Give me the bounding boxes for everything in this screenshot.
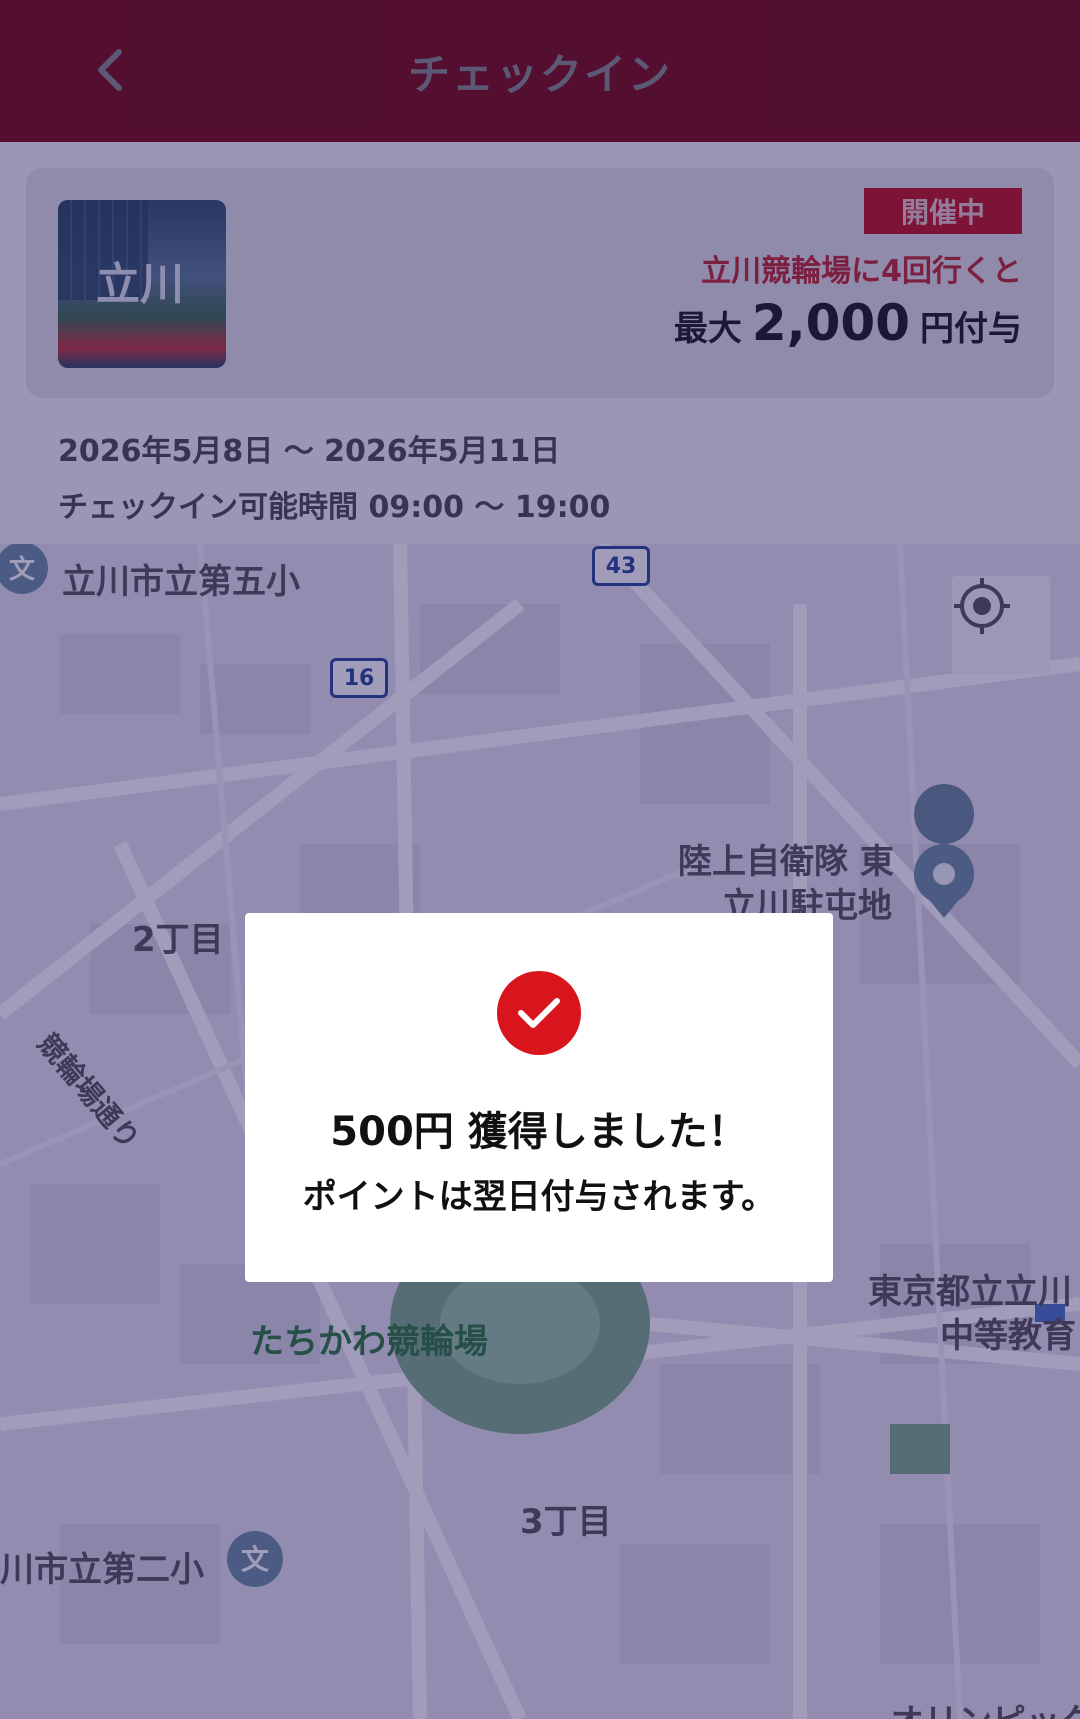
checkin-success-dialog[interactable]: 500円 獲得しました！ ポイントは翌日付与されます。 — [245, 913, 833, 1282]
dialog-subtitle: ポイントは翌日付与されます。 — [302, 1177, 776, 1217]
check-circle-icon — [497, 971, 581, 1055]
modal-backdrop[interactable] — [0, 0, 1080, 1719]
dialog-title: 500円 獲得しました！ — [330, 1109, 748, 1155]
